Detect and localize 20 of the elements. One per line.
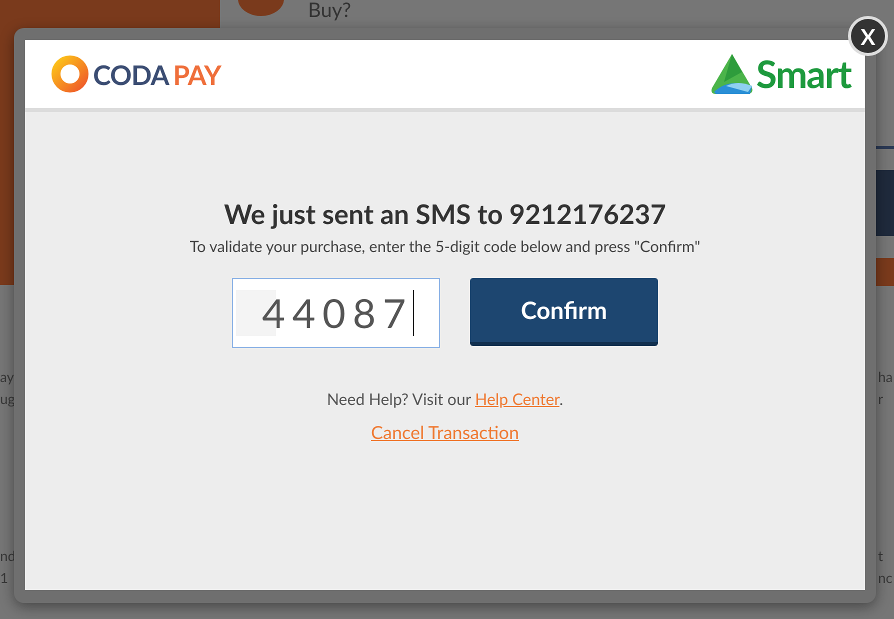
text-fragment: 1 (0, 568, 10, 588)
text-fragment: nc (878, 568, 892, 588)
text-fragment: r (878, 389, 884, 409)
help-text: Need Help? Visit our (326, 390, 471, 409)
logo-text: CODA (93, 58, 169, 90)
instruction-text: To validate your purchase, enter the 5-digit code below and press "Confirm" (190, 238, 700, 256)
confirm-button[interactable]: Confirm (470, 278, 658, 346)
text-fragment: t (878, 546, 884, 566)
section-heading: Buy? (308, 0, 352, 20)
text-fragment: ug (0, 389, 16, 409)
logo-text: PAY (172, 58, 222, 90)
code-input-field[interactable]: 44087 (232, 278, 440, 348)
help-text-end: . (559, 390, 564, 409)
dialog-title: We just sent an SMS to 9212176237 (224, 197, 666, 230)
text-fragment: ay (0, 367, 16, 387)
logo-text: Smart (756, 51, 851, 97)
triangle-logo-icon (710, 52, 754, 96)
ring-icon (51, 55, 89, 93)
text-fragment: ha (878, 367, 893, 387)
close-button[interactable]: X (848, 16, 888, 56)
